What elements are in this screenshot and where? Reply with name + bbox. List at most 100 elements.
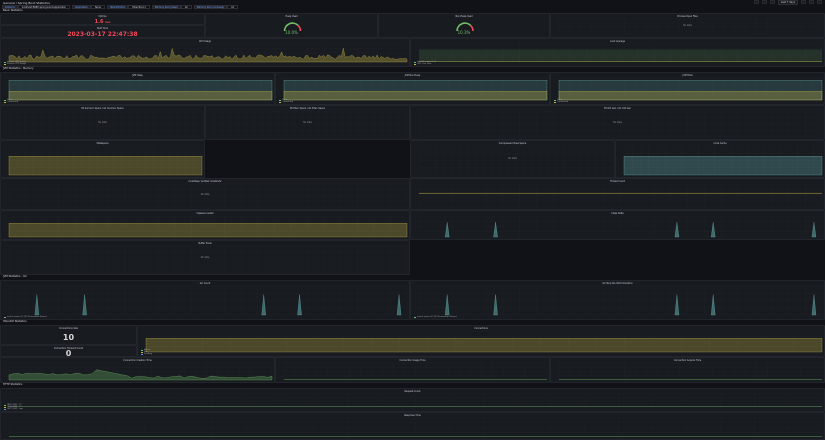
graph-canvas (623, 145, 823, 176)
panel-gc-stop[interactable]: GC Stop the World Duration end of minor G… (410, 280, 825, 320)
gc-spike (811, 222, 817, 238)
no-data-label: No data (303, 120, 312, 124)
used-area (558, 91, 823, 101)
legend-item[interactable]: Committed (554, 101, 568, 103)
add-panel-button[interactable] (753, 0, 759, 4)
gc-spike (493, 294, 498, 316)
panel-metaspace[interactable]: Metaspace (0, 140, 205, 178)
panel-jvm-nonheap[interactable]: JVM Non-Heap Used Committed (275, 72, 550, 105)
zoom-out-button[interactable] (801, 0, 806, 4)
panel-conn-acquire[interactable]: Connection Acquire Time (550, 357, 825, 383)
legend-item[interactable]: GET [200] - /api (4, 408, 23, 410)
graph-canvas (283, 77, 548, 101)
save-button[interactable] (761, 0, 767, 4)
gc-spike (711, 222, 716, 238)
panel-classes[interactable]: Classes Loaded (0, 210, 410, 240)
graph-canvas (8, 285, 408, 316)
refresh-button[interactable] (809, 0, 814, 4)
gc-spike (297, 294, 302, 316)
legend-item[interactable]: Committed (4, 101, 18, 103)
legend-label: Pending (144, 353, 152, 355)
legend-item[interactable]: Pending (141, 353, 152, 355)
gc-spike (674, 222, 680, 238)
series-area (145, 338, 823, 353)
gc-spike (445, 222, 450, 238)
graph-canvas (418, 43, 823, 63)
graph-canvas (8, 43, 408, 63)
legend-label: GET [200] - /api (7, 408, 23, 410)
row-header[interactable]: JVM Statistics - Memory (0, 67, 825, 71)
series-area (419, 49, 822, 62)
panel-conn-usage[interactable]: Connection Usage Time (275, 357, 550, 383)
panel-open-files[interactable]: Process Open Files No data (550, 13, 825, 38)
no-data-label: No data (508, 157, 517, 161)
panel-jvm-heap[interactable]: JVM Heap Used Committed (0, 72, 275, 105)
legend: Used Committed (554, 99, 568, 103)
graph-canvas (8, 362, 273, 381)
legend-item[interactable]: end of minor GC [G1 Evacuation Pause] (414, 316, 457, 318)
legend: Active Idle Pending (141, 349, 152, 355)
series-area (8, 223, 408, 238)
panel-conn-timeout[interactable]: Connection Timeout Count 0 (0, 345, 137, 357)
legend-item[interactable]: Committed (279, 101, 293, 103)
panel-uptime[interactable]: Uptime 1.6 mo (0, 13, 205, 25)
panel-gc-pause[interactable]: GC Count end of minor GC [G1 Evacuation P… (0, 280, 410, 320)
panel-conn-create[interactable]: Connection Creation Time (0, 357, 275, 383)
legend: end of minor GC [G1 Evacuation Pause] (4, 316, 47, 318)
gc-spike (261, 294, 266, 316)
graph-canvas (418, 215, 823, 238)
graph-canvas (8, 215, 408, 238)
series-area (8, 155, 203, 176)
graph-canvas (8, 145, 203, 176)
panel-compressed[interactable]: Compressed Class Space No data (410, 140, 615, 178)
panel-cpu[interactable]: CPU Usage System CPU Usage Process CPU Usa… (0, 38, 410, 67)
dashboard-title[interactable]: General / Spring Boot Statistics (3, 1, 50, 5)
panel-survivor[interactable]: PS Survivor Space / G1 Survivor Space No … (0, 105, 205, 140)
no-data-label: No data (200, 255, 210, 259)
panel-heap-used[interactable]: Heap Used 10.0% (205, 13, 378, 38)
panel-req-count[interactable]: Request Count GET [200] - /** GET [404] - … (0, 388, 825, 412)
panel-codeheap[interactable]: CodeHeap 'profiled nmethods' No data (0, 178, 410, 210)
legend-item[interactable]: Process CPU Usage (4, 63, 26, 65)
graph-canvas (8, 77, 273, 101)
panel-jvm-total[interactable]: JVM Total Used Committed (550, 72, 825, 105)
legend-label: end of minor GC [G1 Evacuation Pause] (7, 316, 47, 318)
row-header[interactable]: HTTP Statistics (0, 383, 825, 387)
used-area (283, 91, 548, 101)
panel-oldgen[interactable]: PS Old Gen / G1 Old Gen No data (410, 105, 825, 140)
panel-start-time[interactable]: Start time 2023-03-17 22:47:38 (0, 25, 205, 38)
panel-nonheap-used[interactable]: Non-Heap Used 10.3% (378, 13, 550, 38)
gc-spike (34, 294, 40, 316)
stat-unit: mo (105, 19, 111, 24)
row-header[interactable]: HikariCP Statistics (0, 320, 825, 324)
legend: Used Committed (4, 99, 18, 103)
legend-label: Committed (282, 101, 294, 103)
stat-value: 0 (65, 349, 72, 357)
series-area (623, 155, 823, 176)
no-data-label: No data (200, 192, 210, 196)
panel-gc-count[interactable]: Class Delta (410, 210, 825, 240)
panel-eden[interactable]: PS Eden Space / G1 Eden Space No data (205, 105, 410, 140)
tv-mode-button[interactable] (817, 0, 822, 4)
legend-label: end of minor GC [G1 Evacuation Pause] (417, 316, 457, 318)
gc-spike (82, 294, 87, 316)
panel-load[interactable]: Load Average Load Average [1m] CPU Core Si… (410, 38, 825, 67)
legend-label: Committed (557, 101, 569, 103)
gc-spike (711, 294, 716, 316)
legend: Used Committed (279, 99, 293, 103)
panel-conn-size[interactable]: Connections Size 10 (0, 325, 137, 345)
panel-codecache[interactable]: Code Cache (615, 140, 825, 178)
panel-connections[interactable]: Connections Active Idle Pending (137, 325, 825, 357)
gc-spike (445, 294, 450, 316)
legend-label: Committed (7, 101, 19, 103)
legend-item[interactable]: CPU Core Size (414, 63, 436, 65)
panel-resp-time[interactable]: Response Time (0, 412, 825, 440)
row-header[interactable]: JVM Statistics - GC (0, 275, 825, 279)
panel-threads[interactable]: Thread Count (410, 178, 825, 210)
time-range-picker[interactable]: Last 7 days (777, 0, 798, 5)
legend-item[interactable]: end of minor GC [G1 Evacuation Pause] (4, 316, 47, 318)
settings-gear-icon[interactable] (769, 0, 775, 4)
legend-label: CPU Core Size (417, 63, 432, 65)
panel-buffer[interactable]: Buffer Pools No data (0, 240, 410, 275)
graph-canvas (558, 77, 823, 101)
